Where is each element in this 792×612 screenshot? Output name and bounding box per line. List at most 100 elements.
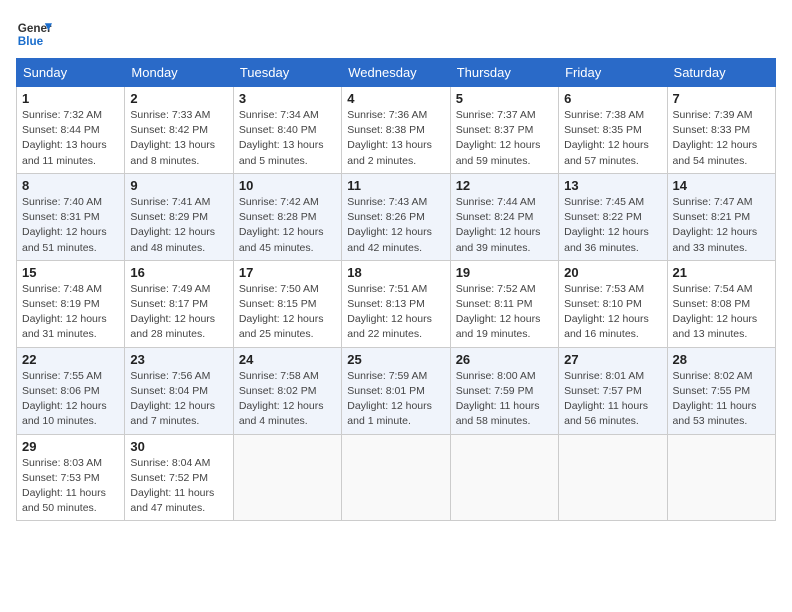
calendar-day-cell: 20 Sunrise: 7:53 AM Sunset: 8:10 PM Dayli… [559, 260, 667, 347]
calendar-header-cell: Thursday [450, 59, 558, 87]
day-number: 5 [456, 91, 553, 106]
calendar-header-cell: Friday [559, 59, 667, 87]
day-number: 28 [673, 352, 770, 367]
day-info: Sunrise: 7:51 AM Sunset: 8:13 PM Dayligh… [347, 282, 444, 343]
calendar-day-cell: 24 Sunrise: 7:58 AM Sunset: 8:02 PM Dayli… [233, 347, 341, 434]
calendar-day-cell: 17 Sunrise: 7:50 AM Sunset: 8:15 PM Dayli… [233, 260, 341, 347]
logo: General Blue [16, 16, 52, 52]
day-info: Sunrise: 8:03 AM Sunset: 7:53 PM Dayligh… [22, 456, 119, 517]
day-number: 16 [130, 265, 227, 280]
calendar-day-cell [667, 434, 775, 521]
day-number: 8 [22, 178, 119, 193]
day-info: Sunrise: 7:40 AM Sunset: 8:31 PM Dayligh… [22, 195, 119, 256]
day-info: Sunrise: 7:45 AM Sunset: 8:22 PM Dayligh… [564, 195, 661, 256]
day-info: Sunrise: 8:02 AM Sunset: 7:55 PM Dayligh… [673, 369, 770, 430]
day-number: 10 [239, 178, 336, 193]
day-number: 30 [130, 439, 227, 454]
calendar-week-row: 22 Sunrise: 7:55 AM Sunset: 8:06 PM Dayli… [17, 347, 776, 434]
svg-text:Blue: Blue [18, 35, 44, 48]
day-number: 22 [22, 352, 119, 367]
calendar-day-cell: 9 Sunrise: 7:41 AM Sunset: 8:29 PM Daylig… [125, 173, 233, 260]
day-info: Sunrise: 7:34 AM Sunset: 8:40 PM Dayligh… [239, 108, 336, 169]
calendar-day-cell: 21 Sunrise: 7:54 AM Sunset: 8:08 PM Dayli… [667, 260, 775, 347]
day-info: Sunrise: 7:54 AM Sunset: 8:08 PM Dayligh… [673, 282, 770, 343]
calendar-week-row: 29 Sunrise: 8:03 AM Sunset: 7:53 PM Dayli… [17, 434, 776, 521]
day-number: 20 [564, 265, 661, 280]
calendar-day-cell: 1 Sunrise: 7:32 AM Sunset: 8:44 PM Daylig… [17, 87, 125, 174]
page-header: General Blue [16, 16, 776, 52]
day-info: Sunrise: 7:38 AM Sunset: 8:35 PM Dayligh… [564, 108, 661, 169]
calendar-header-cell: Tuesday [233, 59, 341, 87]
calendar-day-cell: 22 Sunrise: 7:55 AM Sunset: 8:06 PM Dayli… [17, 347, 125, 434]
calendar-day-cell: 15Sunrise: 7:48 AM Sunset: 8:19 PM Dayli… [17, 260, 125, 347]
day-number: 25 [347, 352, 444, 367]
calendar-day-cell: 13 Sunrise: 7:45 AM Sunset: 8:22 PM Dayli… [559, 173, 667, 260]
calendar-day-cell: 26Sunrise: 8:00 AM Sunset: 7:59 PM Dayli… [450, 347, 558, 434]
calendar-day-cell: 5 Sunrise: 7:37 AM Sunset: 8:37 PM Daylig… [450, 87, 558, 174]
day-info: Sunrise: 7:55 AM Sunset: 8:06 PM Dayligh… [22, 369, 119, 430]
day-number: 17 [239, 265, 336, 280]
calendar-day-cell: 3Sunrise: 7:34 AM Sunset: 8:40 PM Daylig… [233, 87, 341, 174]
calendar-day-cell: 2Sunrise: 7:33 AM Sunset: 8:42 PM Daylig… [125, 87, 233, 174]
day-info: Sunrise: 7:37 AM Sunset: 8:37 PM Dayligh… [456, 108, 553, 169]
day-info: Sunrise: 7:43 AM Sunset: 8:26 PM Dayligh… [347, 195, 444, 256]
calendar-week-row: 15Sunrise: 7:48 AM Sunset: 8:19 PM Dayli… [17, 260, 776, 347]
day-number: 7 [673, 91, 770, 106]
calendar-day-cell: 23 Sunrise: 7:56 AM Sunset: 8:04 PM Dayli… [125, 347, 233, 434]
calendar-day-cell: 8 Sunrise: 7:40 AM Sunset: 8:31 PM Daylig… [17, 173, 125, 260]
day-number: 29 [22, 439, 119, 454]
calendar-header-cell: Sunday [17, 59, 125, 87]
day-info: Sunrise: 7:42 AM Sunset: 8:28 PM Dayligh… [239, 195, 336, 256]
calendar-body: 1 Sunrise: 7:32 AM Sunset: 8:44 PM Daylig… [17, 87, 776, 521]
calendar-day-cell: 10 Sunrise: 7:42 AM Sunset: 8:28 PM Dayli… [233, 173, 341, 260]
calendar-day-cell: 25Sunrise: 7:59 AM Sunset: 8:01 PM Dayli… [342, 347, 450, 434]
day-info: Sunrise: 8:04 AM Sunset: 7:52 PM Dayligh… [130, 456, 227, 517]
day-number: 4 [347, 91, 444, 106]
calendar-day-cell [450, 434, 558, 521]
day-number: 14 [673, 178, 770, 193]
day-info: Sunrise: 7:58 AM Sunset: 8:02 PM Dayligh… [239, 369, 336, 430]
calendar-day-cell: 30 Sunrise: 8:04 AM Sunset: 7:52 PM Dayli… [125, 434, 233, 521]
day-info: Sunrise: 7:41 AM Sunset: 8:29 PM Dayligh… [130, 195, 227, 256]
calendar-day-cell: 19 Sunrise: 7:52 AM Sunset: 8:11 PM Dayli… [450, 260, 558, 347]
day-number: 11 [347, 178, 444, 193]
day-info: Sunrise: 7:53 AM Sunset: 8:10 PM Dayligh… [564, 282, 661, 343]
day-number: 24 [239, 352, 336, 367]
day-info: Sunrise: 7:47 AM Sunset: 8:21 PM Dayligh… [673, 195, 770, 256]
calendar-header-row: SundayMondayTuesdayWednesdayThursdayFrid… [17, 59, 776, 87]
day-info: Sunrise: 7:36 AM Sunset: 8:38 PM Dayligh… [347, 108, 444, 169]
calendar-day-cell: 14 Sunrise: 7:47 AM Sunset: 8:21 PM Dayli… [667, 173, 775, 260]
day-number: 13 [564, 178, 661, 193]
day-number: 23 [130, 352, 227, 367]
day-number: 6 [564, 91, 661, 106]
calendar-day-cell [233, 434, 341, 521]
day-info: Sunrise: 7:56 AM Sunset: 8:04 PM Dayligh… [130, 369, 227, 430]
calendar-day-cell: 12 Sunrise: 7:44 AM Sunset: 8:24 PM Dayli… [450, 173, 558, 260]
calendar-day-cell: 6 Sunrise: 7:38 AM Sunset: 8:35 PM Daylig… [559, 87, 667, 174]
day-number: 19 [456, 265, 553, 280]
day-info: Sunrise: 7:39 AM Sunset: 8:33 PM Dayligh… [673, 108, 770, 169]
calendar-day-cell: 27 Sunrise: 8:01 AM Sunset: 7:57 PM Dayli… [559, 347, 667, 434]
day-number: 1 [22, 91, 119, 106]
day-number: 21 [673, 265, 770, 280]
calendar-day-cell: 18Sunrise: 7:51 AM Sunset: 8:13 PM Dayli… [342, 260, 450, 347]
day-info: Sunrise: 7:49 AM Sunset: 8:17 PM Dayligh… [130, 282, 227, 343]
calendar-header-cell: Saturday [667, 59, 775, 87]
day-info: Sunrise: 7:48 AM Sunset: 8:19 PM Dayligh… [22, 282, 119, 343]
day-number: 26 [456, 352, 553, 367]
day-info: Sunrise: 8:01 AM Sunset: 7:57 PM Dayligh… [564, 369, 661, 430]
day-info: Sunrise: 7:50 AM Sunset: 8:15 PM Dayligh… [239, 282, 336, 343]
day-number: 27 [564, 352, 661, 367]
day-info: Sunrise: 7:44 AM Sunset: 8:24 PM Dayligh… [456, 195, 553, 256]
calendar-day-cell [342, 434, 450, 521]
day-info: Sunrise: 7:32 AM Sunset: 8:44 PM Dayligh… [22, 108, 119, 169]
day-number: 2 [130, 91, 227, 106]
day-info: Sunrise: 7:52 AM Sunset: 8:11 PM Dayligh… [456, 282, 553, 343]
day-number: 9 [130, 178, 227, 193]
calendar-header-cell: Wednesday [342, 59, 450, 87]
calendar-day-cell: 4 Sunrise: 7:36 AM Sunset: 8:38 PM Daylig… [342, 87, 450, 174]
calendar-day-cell: 11 Sunrise: 7:43 AM Sunset: 8:26 PM Dayli… [342, 173, 450, 260]
calendar-day-cell: 16 Sunrise: 7:49 AM Sunset: 8:17 PM Dayli… [125, 260, 233, 347]
calendar-week-row: 8 Sunrise: 7:40 AM Sunset: 8:31 PM Daylig… [17, 173, 776, 260]
day-number: 12 [456, 178, 553, 193]
